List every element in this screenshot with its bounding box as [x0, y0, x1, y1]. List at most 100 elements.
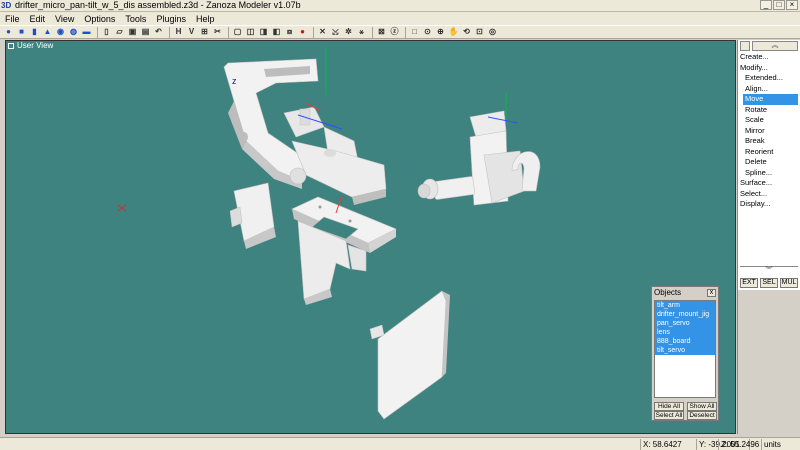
command-create[interactable]: Create... — [738, 52, 800, 63]
sphere-icon[interactable]: ● — [3, 27, 14, 38]
undo-icon[interactable]: ↶ — [153, 27, 164, 38]
888-board-model[interactable] — [369, 290, 450, 420]
vertical-button[interactable]: V — [186, 27, 197, 38]
mode-sel-button[interactable]: SEL — [760, 278, 778, 288]
show-all-button[interactable]: Show All — [687, 402, 717, 411]
title-bar[interactable]: 3D drifter_micro_pan-tilt_w_5_dis assemb… — [0, 0, 800, 12]
menu-file[interactable]: File — [0, 13, 25, 25]
window-title: drifter_micro_pan-tilt_w_5_dis assembled… — [15, 0, 301, 10]
new-file-icon[interactable]: ▯ — [101, 27, 112, 38]
drifter-mount-jig-model[interactable] — [291, 194, 397, 305]
orbit-icon[interactable]: ⟲ — [461, 27, 472, 38]
menu-tools[interactable]: Tools — [120, 13, 151, 25]
objects-panel-header[interactable]: Objects x — [652, 287, 718, 298]
cylinder-icon[interactable]: ▮ — [29, 27, 40, 38]
bone-icon[interactable]: ✕ — [317, 27, 328, 38]
status-y: Y: -39.2001 — [696, 439, 740, 450]
3d-viewport[interactable]: z User View — [5, 40, 736, 434]
viewport-checkbox[interactable] — [8, 42, 14, 49]
menu-view[interactable]: View — [50, 13, 79, 25]
zanoza-modeler-window: 3D drifter_micro_pan-tilt_w_5_dis assemb… — [0, 0, 800, 450]
pan-icon[interactable]: ✋ — [448, 27, 459, 38]
open-file-icon[interactable]: ▱ — [114, 27, 125, 38]
horizontal-button[interactable]: H — [173, 27, 184, 38]
object-item-tilt-arm[interactable]: tilt_arm — [655, 301, 715, 310]
select-all-button[interactable]: Select All — [654, 411, 684, 420]
object-item-lens[interactable]: lens — [655, 328, 715, 337]
rig-icon[interactable]: ✲ — [343, 27, 354, 38]
maximize-button[interactable]: □ — [773, 0, 785, 10]
render-icon[interactable]: ● — [297, 27, 308, 38]
objects-close-button[interactable]: x — [707, 288, 716, 297]
zoom-extents-icon[interactable]: ⊙ — [422, 27, 433, 38]
command-delete[interactable]: Delete — [738, 157, 800, 168]
save-as-icon[interactable]: ▤ — [140, 27, 151, 38]
tube-icon[interactable]: ◍ — [68, 27, 79, 38]
menu-options[interactable]: Options — [79, 13, 120, 25]
joint-icon[interactable]: ⤩ — [330, 27, 341, 38]
box-icon[interactable]: ■ — [16, 27, 27, 38]
menu-plugins[interactable]: Plugins — [151, 13, 191, 25]
close-button[interactable]: × — [786, 0, 798, 10]
skin-icon[interactable]: ⚹ — [356, 27, 367, 38]
command-surface[interactable]: Surface... — [738, 178, 800, 189]
tilt-arm-model[interactable]: z — [223, 47, 387, 205]
scroll-down-button[interactable]: ︾ — [740, 266, 798, 276]
deselect-button[interactable]: Deselect — [687, 411, 717, 420]
command-display[interactable]: Display... — [738, 199, 800, 210]
view-side-icon[interactable]: ◨ — [258, 27, 269, 38]
objects-list[interactable]: tilt_arm drifter_mount_jig pan_servo lens 88… — [654, 300, 716, 398]
object-item-tilt-servo[interactable]: tilt_servo — [655, 346, 715, 355]
plane-icon[interactable]: ▬ — [81, 27, 92, 38]
command-scale[interactable]: Scale — [738, 115, 800, 126]
command-extended[interactable]: Extended... — [738, 73, 800, 84]
object-item-drifter-mount-jig[interactable]: drifter_mount_jig — [655, 310, 715, 319]
scroll-up-button[interactable]: ︽ — [752, 41, 798, 51]
command-rotate[interactable]: Rotate — [738, 105, 800, 116]
object-item-888-board[interactable]: 888_board — [655, 337, 715, 346]
objects-buttons-row-2: Select All Deselect — [654, 411, 717, 420]
cone-icon[interactable]: ▲ — [42, 27, 53, 38]
view-persp-icon[interactable]: ⧈ — [284, 27, 295, 38]
menu-help[interactable]: Help — [191, 13, 220, 25]
align-icon[interactable]: ⊞ — [199, 27, 210, 38]
maximize-view-icon[interactable]: ⊡ — [474, 27, 485, 38]
command-select[interactable]: Select... — [738, 189, 800, 200]
tilt-servo-model[interactable] — [117, 182, 276, 249]
command-reorient[interactable]: Reorient — [738, 147, 800, 158]
menu-edit[interactable]: Edit — [25, 13, 51, 25]
mode-ext-button[interactable]: EXT — [740, 278, 758, 288]
panel-toggle-button[interactable] — [740, 41, 750, 51]
command-spline[interactable]: Spline... — [738, 168, 800, 179]
view-cube-icon[interactable]: ▢ — [232, 27, 243, 38]
view-top-icon[interactable]: ◧ — [271, 27, 282, 38]
object-item-pan-servo[interactable]: pan_servo — [655, 319, 715, 328]
objects-panel-title: Objects — [654, 288, 682, 297]
toolbar-separator — [405, 26, 406, 38]
hide-all-button[interactable]: Hide All — [654, 402, 684, 411]
command-break[interactable]: Break — [738, 136, 800, 147]
texture-icon[interactable]: ⓩ — [389, 27, 400, 38]
window-controls: _ □ × — [759, 0, 798, 10]
fov-icon[interactable]: ◎ — [487, 27, 498, 38]
zoom-icon[interactable]: ⊕ — [435, 27, 446, 38]
command-modify[interactable]: Modify... — [738, 63, 800, 74]
mode-buttons: EXT SEL MUL — [738, 278, 800, 288]
scene-canvas[interactable]: z — [6, 41, 736, 434]
save-icon[interactable]: ▣ — [127, 27, 138, 38]
torus-icon[interactable]: ◉ — [55, 27, 66, 38]
snap-icon[interactable]: ✂ — [212, 27, 223, 38]
minimize-button[interactable]: _ — [760, 0, 772, 10]
objects-buttons-row-1: Hide All Show All — [654, 402, 717, 411]
command-move[interactable]: Move — [743, 94, 798, 105]
toolbar: ● ■ ▮ ▲ ◉ ◍ ▬ ▯ ▱ ▣ ▤ ↶ H V ⊞ ✂ ▢ ◫ ◨ ◧ ⧈ ● ✕ ⤩ ✲ ⚹ ⊠ ⓩ □ ⊙ ⊕ ✋ ⟲ ⊡ ◎ — [0, 25, 800, 39]
view-front-icon[interactable]: ◫ — [245, 27, 256, 38]
viewport-label[interactable]: User View — [8, 41, 53, 50]
command-mirror[interactable]: Mirror — [738, 126, 800, 137]
pan-servo-model[interactable] — [417, 93, 541, 206]
mode-mul-button[interactable]: MUL — [780, 278, 798, 288]
axis-z-label: z — [232, 76, 237, 86]
select-region-icon[interactable]: □ — [409, 27, 420, 38]
material-icon[interactable]: ⊠ — [376, 27, 387, 38]
command-align[interactable]: Align... — [738, 84, 800, 95]
